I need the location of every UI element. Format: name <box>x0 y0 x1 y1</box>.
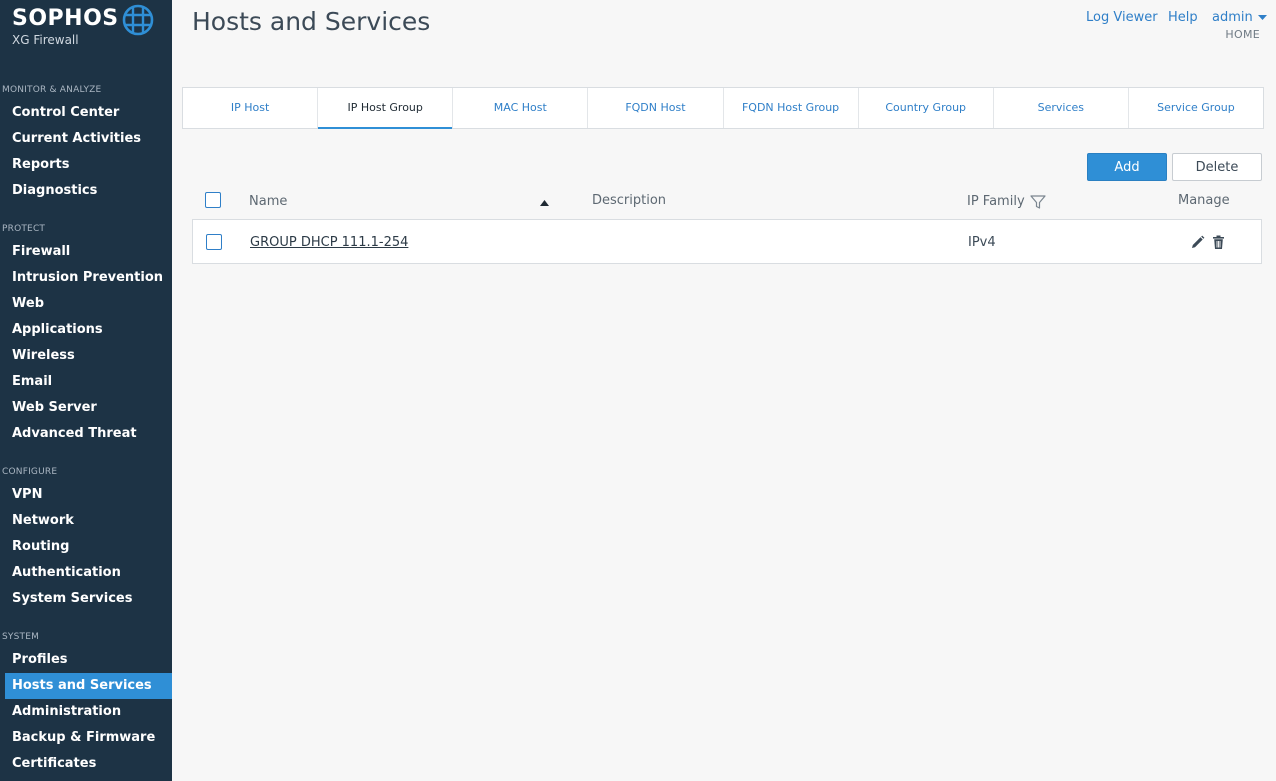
brand[interactable]: SOPHOS XG Firewall <box>12 4 162 54</box>
sidebar-item-web[interactable]: Web <box>5 291 172 317</box>
page-title: Hosts and Services <box>192 7 431 36</box>
row-checkbox[interactable] <box>206 234 222 250</box>
sidebar-item-administration[interactable]: Administration <box>5 699 172 725</box>
sidebar-item-profiles[interactable]: Profiles <box>5 647 172 673</box>
select-all-checkbox[interactable] <box>205 192 221 208</box>
sidebar-item-backup-firmware[interactable]: Backup & Firmware <box>5 725 172 751</box>
sidebar-item-diagnostics[interactable]: Diagnostics <box>5 178 172 204</box>
section-title-system: SYSTEM <box>2 632 40 642</box>
add-button[interactable]: Add <box>1087 153 1167 181</box>
table-row: GROUP DHCP 111.1-254 IPv4 <box>192 219 1262 264</box>
tab-fqdn-host[interactable]: FQDN Host <box>588 88 724 128</box>
edit-pencil-icon[interactable] <box>1190 235 1205 250</box>
brand-name: SOPHOS <box>12 6 119 31</box>
sidebar-item-reports[interactable]: Reports <box>5 152 172 178</box>
tab-mac-host[interactable]: MAC Host <box>453 88 589 128</box>
tab-ip-host[interactable]: IP Host <box>183 88 319 128</box>
row-ip-family: IPv4 <box>968 235 996 250</box>
tab-services[interactable]: Services <box>994 88 1129 128</box>
sidebar-item-web-server[interactable]: Web Server <box>5 395 172 421</box>
filter-icon[interactable] <box>1030 194 1046 210</box>
tab-service-group[interactable]: Service Group <box>1129 88 1263 128</box>
delete-button[interactable]: Delete <box>1172 153 1262 181</box>
log-viewer-link[interactable]: Log Viewer <box>1086 10 1158 25</box>
column-header-name[interactable]: Name <box>249 194 287 209</box>
sidebar-item-authentication[interactable]: Authentication <box>5 560 172 586</box>
breadcrumb[interactable]: HOME <box>1225 28 1260 41</box>
sophos-logo-icon <box>122 4 154 36</box>
sidebar-item-network[interactable]: Network <box>5 508 172 534</box>
section-title-protect: PROTECT <box>2 224 46 234</box>
admin-menu[interactable]: admin <box>1212 10 1267 25</box>
sidebar-item-system-services[interactable]: System Services <box>5 586 172 612</box>
sidebar-item-email[interactable]: Email <box>5 369 172 395</box>
sidebar-item-control-center[interactable]: Control Center <box>5 100 172 126</box>
tab-fqdn-host-group[interactable]: FQDN Host Group <box>724 88 859 128</box>
sidebar-item-advanced-threat[interactable]: Advanced Threat <box>5 421 172 447</box>
sidebar-item-hosts-and-services[interactable]: Hosts and Services <box>5 673 172 699</box>
column-header-description: Description <box>592 193 667 208</box>
admin-menu-label: admin <box>1212 10 1253 25</box>
chevron-down-icon <box>1257 14 1267 20</box>
sidebar-item-intrusion-prevention[interactable]: Intrusion Prevention <box>5 265 172 291</box>
sidebar-item-current-activities[interactable]: Current Activities <box>5 126 172 152</box>
sidebar: SOPHOS XG Firewall MONITOR & ANALYZE Con… <box>0 0 172 781</box>
help-link[interactable]: Help <box>1168 10 1198 25</box>
sidebar-item-applications[interactable]: Applications <box>5 317 172 343</box>
section-title-monitor: MONITOR & ANALYZE <box>2 85 102 95</box>
tab-ip-host-group[interactable]: IP Host Group <box>318 88 454 129</box>
sidebar-item-routing[interactable]: Routing <box>5 534 172 560</box>
section-title-configure: CONFIGURE <box>2 467 58 477</box>
column-header-manage: Manage <box>1178 193 1230 208</box>
sidebar-item-firewall[interactable]: Firewall <box>5 239 172 265</box>
sidebar-item-wireless[interactable]: Wireless <box>5 343 172 369</box>
tab-country-group[interactable]: Country Group <box>859 88 994 128</box>
column-header-ip-family: IP Family <box>967 194 1025 209</box>
delete-trash-icon[interactable] <box>1212 235 1225 250</box>
sidebar-item-vpn[interactable]: VPN <box>5 482 172 508</box>
sidebar-item-certificates[interactable]: Certificates <box>5 751 172 777</box>
tab-bar: IP Host IP Host Group MAC Host FQDN Host… <box>182 87 1264 129</box>
sort-ascending-icon[interactable] <box>540 200 549 206</box>
table-header: Name Description IP Family Manage <box>192 186 1262 218</box>
brand-product: XG Firewall <box>12 33 79 47</box>
row-name-link[interactable]: GROUP DHCP 111.1-254 <box>250 235 408 250</box>
